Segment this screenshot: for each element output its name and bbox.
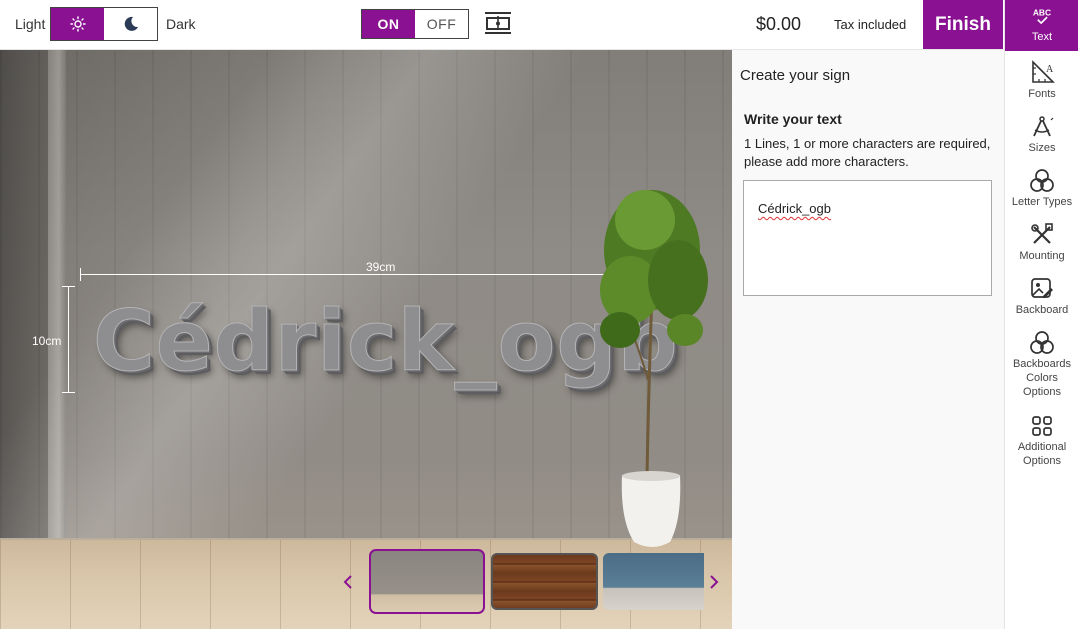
sidebar-item-label: Text — [1031, 31, 1053, 43]
light-mode-button[interactable] — [51, 8, 104, 40]
width-dimension-label: 39cm — [366, 260, 396, 274]
sign-preview: 39cm 10cm Cédrick_ogb — [0, 50, 732, 629]
light-on-off-toggle: ON OFF — [361, 9, 469, 39]
on-button[interactable]: ON — [362, 10, 415, 38]
svg-text:ABC: ABC — [1033, 7, 1051, 17]
chevron-right-icon — [710, 575, 719, 589]
sidebar-item-additional-options[interactable]: Additional Options — [1005, 413, 1078, 468]
dimensions-icon[interactable] — [482, 10, 514, 36]
moon-icon — [124, 16, 138, 31]
potted-plant-image — [600, 190, 708, 547]
top-bar: Light Dark ON OFF $0.00 Tax included Fin… — [0, 0, 1004, 50]
sidebar-item-fonts[interactable]: A Fonts — [1005, 60, 1078, 101]
finish-button[interactable]: Finish — [923, 0, 1003, 49]
dark-mode-button[interactable] — [104, 8, 157, 40]
tax-label: Tax included — [834, 17, 907, 32]
height-dimension-tick — [62, 286, 75, 287]
sidebar-item-backboard[interactable]: Backboard — [1005, 276, 1078, 317]
sidebar-item-sizes[interactable]: Sizes — [1005, 114, 1078, 155]
sidebar-item-label: Fonts — [1028, 88, 1056, 100]
sun-icon — [69, 16, 86, 32]
background-thumbnail-concrete[interactable] — [369, 549, 485, 614]
chevron-left-icon — [343, 575, 352, 589]
option-sidebar: ABC Text A Fonts Sizes Letter Types Moun… — [1004, 0, 1078, 629]
svg-text:A: A — [1046, 64, 1054, 75]
sidebar-item-text[interactable]: ABC Text — [1005, 0, 1078, 51]
sidebar-item-label: Backboards Colors Options — [1012, 358, 1072, 398]
sidebar-item-label: Letter Types — [1011, 196, 1073, 208]
circles-icon — [1030, 169, 1054, 192]
circles-icon — [1030, 331, 1054, 354]
background-thumbnail-blue-room[interactable] — [603, 553, 704, 610]
text-requirement-hint: 1 Lines, 1 or more characters are requir… — [744, 136, 991, 169]
sidebar-item-letter-types[interactable]: Letter Types — [1005, 168, 1078, 209]
sidebar-item-label: Mounting — [1019, 250, 1065, 262]
height-dimension-tick — [62, 392, 75, 393]
sidebar-item-backboards-colors-options[interactable]: Backboards Colors Options — [1005, 330, 1078, 399]
sidebar-item-mounting[interactable]: Mounting — [1005, 222, 1078, 263]
sign-text-input[interactable] — [743, 180, 992, 296]
previous-background-button[interactable] — [339, 570, 357, 594]
next-background-button[interactable] — [705, 570, 723, 594]
height-dimension-line — [68, 286, 69, 393]
section-title: Write your text — [744, 111, 842, 127]
off-button[interactable]: OFF — [415, 10, 468, 38]
tools-icon — [1031, 223, 1053, 244]
height-dimension-label: 10cm — [32, 334, 62, 348]
width-dimension-tick — [80, 268, 81, 281]
grid-icon — [1032, 416, 1052, 436]
panel-title: Create your sign — [740, 67, 851, 84]
theme-light-label: Light — [15, 16, 46, 32]
ruler-font-icon: A — [1032, 60, 1055, 83]
abc-check-icon: ABC — [1033, 7, 1051, 25]
background-thumbnail-wood[interactable] — [491, 553, 598, 610]
theme-dark-label: Dark — [166, 16, 196, 32]
compass-icon — [1033, 116, 1054, 137]
sidebar-item-label: Sizes — [1028, 142, 1056, 154]
theme-toggle — [50, 7, 158, 41]
price: $0.00 — [756, 14, 802, 34]
options-panel: Create your sign Write your text 1 Lines… — [732, 50, 1004, 629]
image-edit-icon — [1031, 278, 1053, 298]
width-dimension-line — [80, 274, 653, 275]
sidebar-item-label: Backboard — [1015, 304, 1069, 316]
sidebar-item-label: Additional Options — [1017, 441, 1067, 467]
